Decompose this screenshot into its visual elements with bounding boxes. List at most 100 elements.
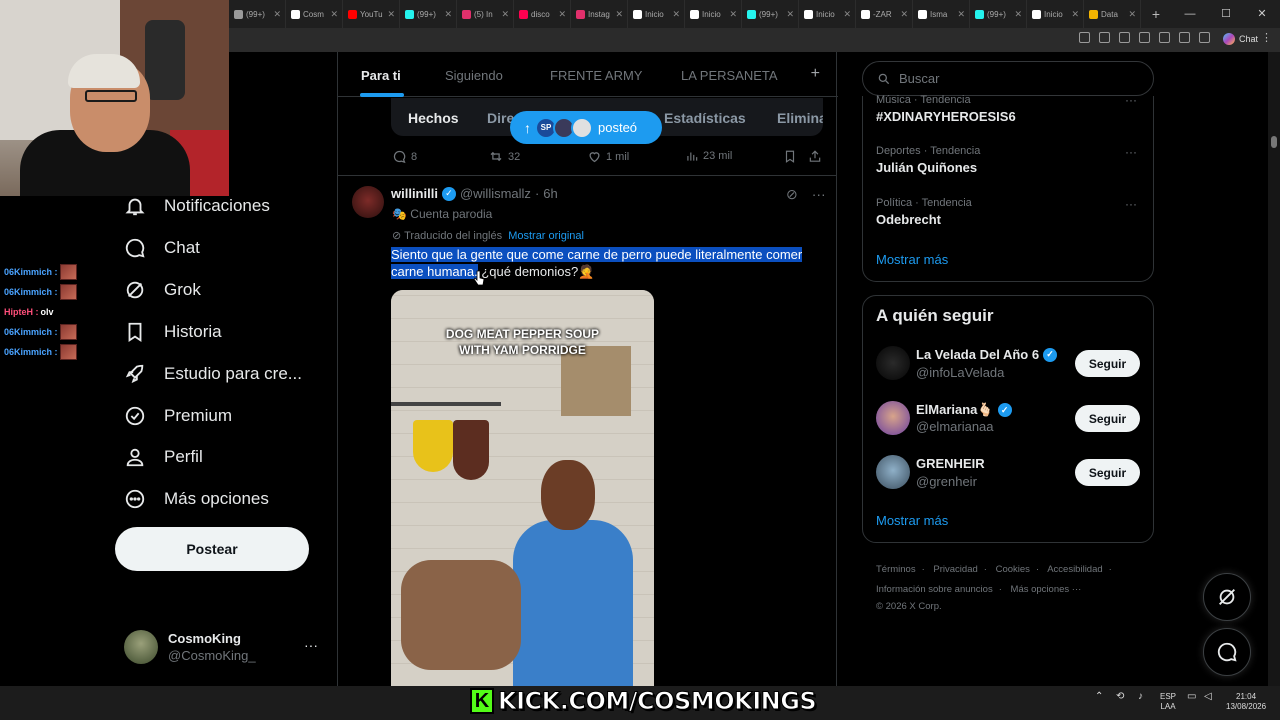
more-icon[interactable]: ··· <box>812 186 826 203</box>
trend-more-icon[interactable]: ··· <box>1125 93 1137 107</box>
trends-show-more-link[interactable]: Mostrar más <box>876 252 948 267</box>
app-icon[interactable] <box>1079 32 1090 43</box>
nav-grok[interactable]: Grok <box>122 275 201 305</box>
extension-icon[interactable] <box>1159 32 1170 43</box>
network-icon[interactable]: ⟲ <box>1116 692 1124 702</box>
tab-for-you[interactable]: Para ti <box>361 68 401 83</box>
avatar[interactable] <box>876 455 910 489</box>
browser-tab[interactable]: disco ✕ <box>514 0 571 28</box>
tab-frente-army[interactable]: FRENTE ARMY <box>550 68 642 83</box>
post-text[interactable]: Siento que la gente que come carne de pe… <box>391 246 811 280</box>
browser-tab[interactable]: Isma ✕ <box>913 0 970 28</box>
follow-name[interactable]: GRENHEIR <box>916 456 985 471</box>
footer-link[interactable]: Términos <box>876 564 916 575</box>
close-tab-icon[interactable]: ✕ <box>900 9 908 20</box>
language-indicator[interactable]: ESP LAA <box>1160 692 1176 712</box>
close-tab-icon[interactable]: ✕ <box>615 9 623 20</box>
volume-icon[interactable]: ◁ <box>1204 692 1212 702</box>
post-video[interactable]: DOG MEAT PEPPER SOUP WITH YAM PORRIDGE <box>391 290 654 686</box>
browser-tab[interactable]: Cosm ✕ <box>286 0 343 28</box>
add-tab-icon[interactable]: + <box>811 65 820 83</box>
nav-history[interactable]: Historia <box>122 317 222 347</box>
browser-menu-icon[interactable]: ⋮ <box>1261 31 1272 44</box>
close-tab-icon[interactable]: ✕ <box>786 9 794 20</box>
avatar[interactable] <box>876 401 910 435</box>
browser-tab[interactable]: Inicio ✕ <box>685 0 742 28</box>
nav-more-options[interactable]: Más opciones <box>122 484 269 514</box>
tray-chevron-icon[interactable]: ⌃ <box>1095 692 1103 702</box>
follow-button[interactable]: Seguir <box>1075 459 1140 486</box>
scrollbar-thumb[interactable] <box>1271 136 1277 148</box>
show-original-link[interactable]: Mostrar original <box>508 230 584 242</box>
footer-link[interactable]: Privacidad <box>933 564 977 575</box>
zoom-icon[interactable] <box>1099 32 1110 43</box>
browser-tab[interactable]: Inicio ✕ <box>628 0 685 28</box>
nav-profile[interactable]: Perfil <box>122 442 203 472</box>
close-tab-icon[interactable]: ✕ <box>330 9 338 20</box>
tab-following[interactable]: Siguiendo <box>445 68 503 83</box>
follow-name[interactable]: La Velada Del Año 6 ✓ <box>916 347 1058 362</box>
post-button[interactable]: Postear <box>115 527 309 571</box>
close-tab-icon[interactable]: ✕ <box>387 9 395 20</box>
follow-button[interactable]: Seguir <box>1075 405 1140 432</box>
close-tab-icon[interactable]: ✕ <box>273 9 281 20</box>
share-button[interactable] <box>808 149 822 164</box>
footer-link[interactable]: Cookies <box>996 564 1030 575</box>
browser-tab[interactable]: Inicio ✕ <box>799 0 856 28</box>
nav-chat[interactable]: Chat <box>122 233 200 263</box>
new-posts-pill[interactable]: ↑ SP posteó <box>510 111 662 144</box>
chip-elimina[interactable]: Elimina <box>777 110 823 126</box>
new-tab-button[interactable]: + <box>1141 6 1171 22</box>
grok-icon[interactable]: ⊘ <box>786 186 798 203</box>
browser-tab[interactable]: -ZAR ✕ <box>856 0 913 28</box>
close-icon[interactable]: ✕ <box>1244 0 1280 28</box>
trend-more-icon[interactable]: ··· <box>1125 145 1137 159</box>
browser-tab[interactable]: (99+) ✕ <box>400 0 457 28</box>
nav-creator-studio[interactable]: Estudio para cre... <box>122 359 302 389</box>
display-icon[interactable]: ▭ <box>1187 692 1196 702</box>
tab-la-persaneta[interactable]: LA PERSANETA <box>681 68 778 83</box>
browser-tab[interactable]: Instag ✕ <box>571 0 628 28</box>
nav-notifications[interactable]: Notificaciones <box>122 191 270 221</box>
browser-tab[interactable]: (99+) ✕ <box>970 0 1027 28</box>
footer-link[interactable]: Más opciones ··· <box>1011 584 1082 595</box>
browser-tab[interactable]: Data ✕ <box>1084 0 1141 28</box>
avatar[interactable] <box>876 346 910 380</box>
reader-icon[interactable] <box>1119 32 1130 43</box>
page-scrollbar[interactable] <box>1268 52 1280 686</box>
trend-item[interactable]: Música · Tendencia #XDINARYHEROESIS6 <box>876 94 1016 124</box>
browser-tab[interactable]: (99+) ✕ <box>229 0 286 28</box>
close-tab-icon[interactable]: ✕ <box>444 9 452 20</box>
copilot-chat-button[interactable]: Chat <box>1222 33 1258 45</box>
post-author[interactable]: willinilli ✓ @willismallz · 6h <box>391 186 558 201</box>
close-tab-icon[interactable]: ✕ <box>1128 9 1136 20</box>
nav-premium[interactable]: Premium <box>122 401 232 431</box>
like-button[interactable]: 1 mil <box>587 149 629 164</box>
close-tab-icon[interactable]: ✕ <box>672 9 680 20</box>
close-tab-icon[interactable]: ✕ <box>1071 9 1079 20</box>
account-switcher[interactable]: CosmoKing @CosmoKing_ <box>124 630 256 664</box>
footer-link[interactable]: Accesibilidad <box>1047 564 1102 575</box>
maximize-icon[interactable]: ☐ <box>1208 0 1244 28</box>
close-tab-icon[interactable]: ✕ <box>1014 9 1022 20</box>
avatar[interactable] <box>352 186 384 218</box>
star-icon[interactable] <box>1139 32 1150 43</box>
browser-tab[interactable]: (99+) ✕ <box>742 0 799 28</box>
repost-button[interactable]: 32 <box>488 149 520 164</box>
favorites-icon[interactable] <box>1179 32 1190 43</box>
clock[interactable]: 21:04 13/08/2026 <box>1226 692 1266 712</box>
follow-name[interactable]: ElMariana🫰🏻 ✓ <box>916 402 1012 418</box>
close-tab-icon[interactable]: ✕ <box>558 9 566 20</box>
bookmark-button[interactable] <box>783 149 797 164</box>
search-input[interactable]: Buscar <box>862 61 1154 96</box>
messages-fab-button[interactable] <box>1203 628 1251 676</box>
close-tab-icon[interactable]: ✕ <box>729 9 737 20</box>
footer-link[interactable]: Información sobre anuncios <box>876 584 993 595</box>
browser-tab[interactable]: (5) In ✕ <box>457 0 514 28</box>
close-tab-icon[interactable]: ✕ <box>957 9 965 20</box>
minimize-icon[interactable]: — <box>1172 0 1208 28</box>
close-tab-icon[interactable]: ✕ <box>843 9 851 20</box>
trend-more-icon[interactable]: ··· <box>1125 197 1137 211</box>
mic-icon[interactable]: ♪ <box>1138 692 1143 702</box>
chip-hechos[interactable]: Hechos <box>408 110 459 126</box>
